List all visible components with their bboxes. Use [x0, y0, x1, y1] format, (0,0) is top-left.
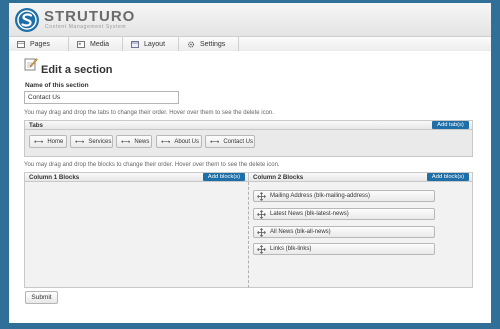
tabs-header-label: Tabs	[29, 121, 43, 129]
add-tabs-button[interactable]: Add tab(s)	[432, 121, 469, 129]
tabs-area: ⟷ Home ⟷ Services ⟷ News ⟷ About Us ⟷ Co…	[24, 130, 473, 157]
tab-chip-label: Contact Us	[223, 138, 254, 145]
move-icon	[257, 244, 266, 254]
app-window: STRUTURO Content Management System Pages…	[9, 3, 491, 323]
tabs-header: Tabs	[24, 120, 473, 130]
column1-drop-area[interactable]	[24, 182, 249, 288]
column1-add-blocks-button[interactable]: Add block(s)	[203, 173, 245, 181]
nav-item-layout[interactable]: Layout	[123, 37, 179, 51]
column2-add-blocks-button[interactable]: Add block(s)	[427, 173, 469, 181]
drag-arrows-icon: ⟷	[75, 138, 85, 146]
pages-icon	[17, 40, 25, 48]
nav-item-media[interactable]: Media	[69, 37, 123, 51]
nav-item-label: Pages	[30, 40, 50, 48]
tab-chip-label: News	[134, 138, 150, 145]
block-item-mailing-address[interactable]: Mailing Address (blk-mailing-address)	[253, 190, 435, 202]
tab-chip-news[interactable]: ⟷ News	[116, 135, 152, 148]
app-header: STRUTURO Content Management System	[9, 3, 491, 36]
edit-icon	[24, 58, 38, 71]
block-item-latest-news[interactable]: Latest News (blk-latest-news)	[253, 208, 435, 220]
main-content: Edit a section Name of this section You …	[9, 51, 491, 323]
tab-chip-label: About Us	[174, 138, 200, 145]
brand-name: STRUTURO	[44, 8, 136, 25]
drag-arrows-icon: ⟷	[121, 138, 131, 146]
brand-tagline: Content Management System	[45, 24, 127, 30]
tab-chip-home[interactable]: ⟷ Home	[29, 135, 67, 148]
block-item-links[interactable]: Links (blk-links)	[253, 243, 435, 255]
tab-chip-label: Services	[88, 138, 112, 145]
column2-header-label: Column 2 Blocks	[253, 173, 304, 181]
gear-icon	[187, 40, 195, 48]
main-nav: Pages Media Layout Settings	[9, 36, 491, 52]
block-item-label: All News (blk-all-news)	[270, 229, 331, 235]
drag-arrows-icon: ⟷	[34, 138, 44, 146]
section-name-label: Name of this section	[25, 82, 89, 89]
block-item-label: Mailing Address (blk-mailing-address)	[270, 193, 371, 199]
block-item-label: Links (blk-links)	[270, 246, 312, 252]
nav-item-label: Settings	[200, 40, 226, 48]
block-item-all-news[interactable]: All News (blk-all-news)	[253, 226, 435, 238]
move-icon	[257, 227, 266, 237]
tabs-help-text: You may drag and drop the tabs to change…	[24, 110, 274, 116]
layout-icon	[131, 40, 139, 48]
move-icon	[257, 191, 266, 201]
drag-arrows-icon: ⟷	[210, 138, 220, 146]
nav-item-label: Media	[90, 40, 110, 48]
tab-chip-contact-us[interactable]: ⟷ Contact Us	[205, 135, 255, 148]
section-name-input[interactable]	[24, 91, 179, 104]
column1-header-label: Column 1 Blocks	[29, 173, 80, 181]
block-item-label: Latest News (blk-latest-news)	[270, 211, 349, 217]
blocks-help-text: You may drag and drop the blocks to chan…	[24, 162, 280, 168]
page-title: Edit a section	[41, 64, 113, 76]
nav-item-label: Layout	[144, 40, 166, 48]
submit-button[interactable]: Submit	[25, 291, 58, 304]
move-icon	[257, 209, 266, 219]
media-icon	[77, 40, 85, 48]
tab-chip-about-us[interactable]: ⟷ About Us	[156, 135, 202, 148]
tab-chip-services[interactable]: ⟷ Services	[70, 135, 113, 148]
struturo-logo-icon	[15, 8, 39, 32]
drag-arrows-icon: ⟷	[161, 138, 171, 146]
tab-chip-label: Home	[47, 138, 64, 145]
nav-item-pages[interactable]: Pages	[9, 37, 69, 51]
nav-item-settings[interactable]: Settings	[179, 37, 239, 51]
